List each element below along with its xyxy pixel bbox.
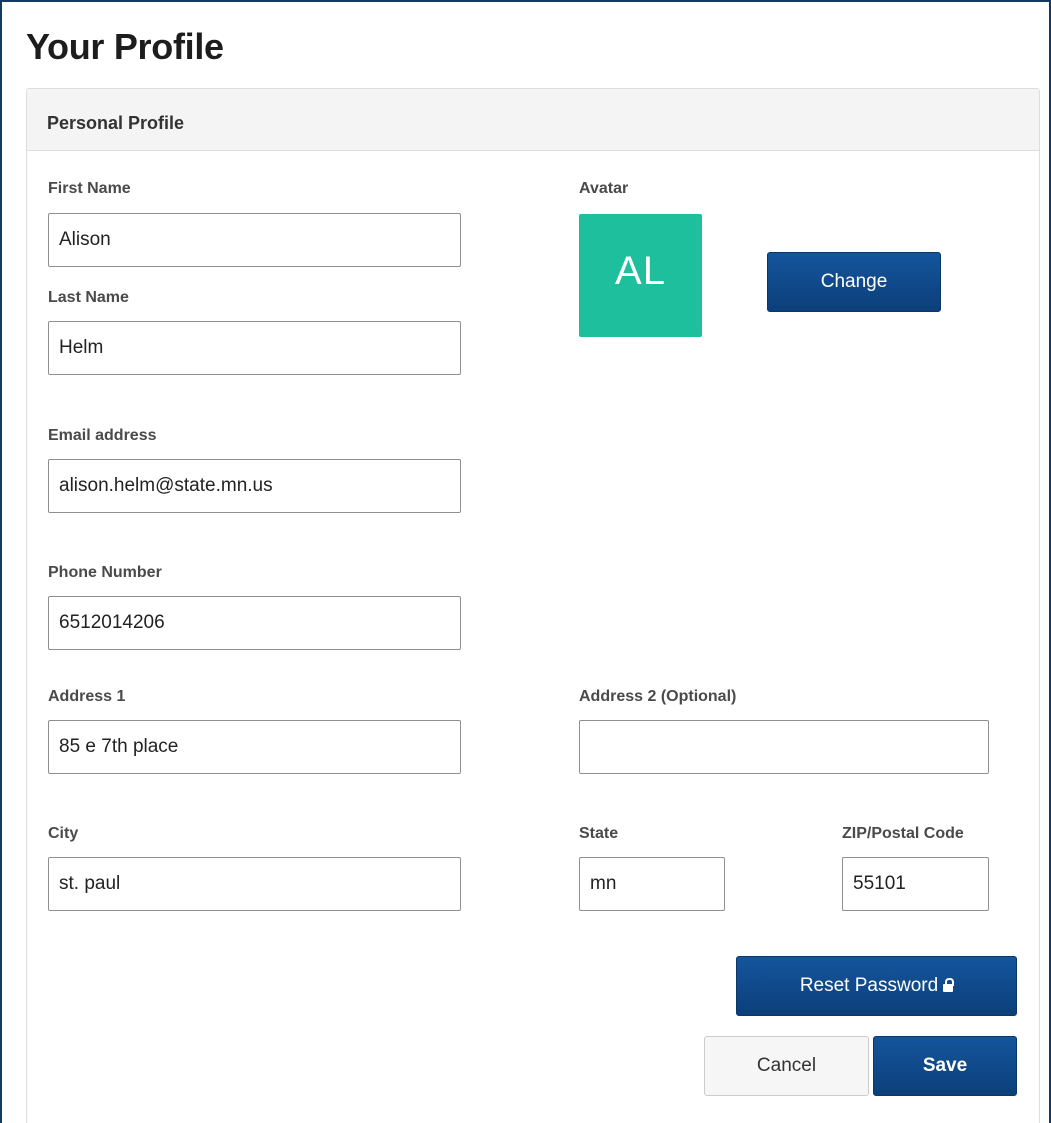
cancel-button[interactable]: Cancel	[704, 1036, 869, 1096]
first-name-label: First Name	[48, 180, 131, 197]
last-name-input[interactable]	[48, 321, 461, 375]
state-label: State	[579, 825, 619, 842]
cancel-label: Cancel	[756, 1055, 817, 1076]
address2-input[interactable]	[579, 720, 989, 774]
change-avatar-label: Change	[820, 271, 888, 292]
phone-label: Phone Number	[48, 564, 162, 581]
state-input[interactable]	[579, 857, 725, 911]
panel-header: Personal Profile	[27, 89, 1039, 151]
panel-title: Personal Profile	[47, 113, 185, 133]
avatar-initials: AL	[615, 249, 666, 293]
last-name-label: Last Name	[48, 289, 129, 306]
city-label: City	[48, 825, 79, 842]
change-avatar-button[interactable]: Change	[767, 252, 941, 312]
phone-input[interactable]	[48, 596, 461, 650]
personal-profile-panel: Personal Profile First Name Last Name Av…	[26, 88, 1040, 1123]
email-input[interactable]	[48, 459, 461, 513]
lock-icon	[943, 978, 954, 992]
email-label: Email address	[48, 427, 157, 444]
save-label: Save	[922, 1055, 968, 1076]
avatar-label: Avatar	[579, 180, 629, 197]
page-title: Your Profile	[26, 26, 224, 67]
city-input[interactable]	[48, 857, 461, 911]
save-button[interactable]: Save	[873, 1036, 1017, 1096]
first-name-input[interactable]	[48, 213, 461, 267]
zip-input[interactable]	[842, 857, 989, 911]
address1-input[interactable]	[48, 720, 461, 774]
reset-password-label: Reset Password	[799, 975, 939, 996]
reset-password-button[interactable]: Reset Password	[736, 956, 1017, 1016]
address2-label: Address 2 (Optional)	[579, 688, 737, 705]
zip-label: ZIP/Postal Code	[842, 825, 964, 842]
address1-label: Address 1	[48, 688, 126, 705]
avatar: AL	[579, 214, 702, 337]
